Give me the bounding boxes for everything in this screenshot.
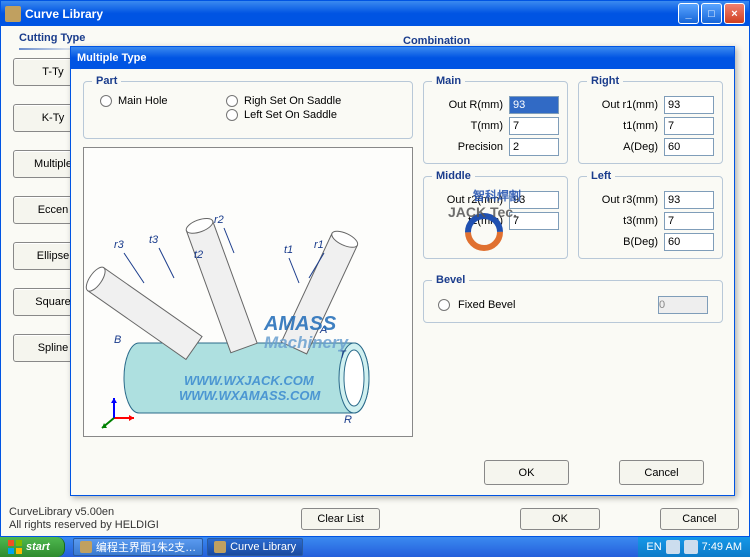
dialog-cancel-button[interactable]: Cancel bbox=[619, 460, 704, 485]
clear-list-button[interactable]: Clear List bbox=[301, 508, 380, 530]
a-deg-input[interactable] bbox=[664, 138, 714, 156]
left-saddle-label: Left Set On Saddle bbox=[244, 109, 337, 121]
main-fieldset: Main Out R(mm) T(mm) Precision bbox=[423, 75, 568, 164]
taskbar-item-2[interactable]: Curve Library bbox=[207, 538, 303, 556]
clock[interactable]: 7:49 AM bbox=[702, 541, 742, 553]
t3-label: t3(mm) bbox=[587, 215, 664, 227]
fixed-bevel-input bbox=[658, 296, 708, 314]
svg-text:A: A bbox=[319, 324, 327, 336]
out-r2-input[interactable] bbox=[509, 191, 559, 209]
main-hole-radio[interactable] bbox=[100, 95, 112, 107]
taskbar: start 编程主界面1朱2支… Curve Library EN 7:49 A… bbox=[0, 537, 750, 557]
maximize-button[interactable]: □ bbox=[701, 3, 722, 24]
task-label-2: Curve Library bbox=[230, 541, 296, 553]
part-legend: Part bbox=[92, 75, 121, 87]
system-tray: EN 7:49 AM bbox=[638, 537, 750, 557]
app-icon bbox=[214, 541, 226, 553]
footer-text: CurveLibrary v5.00en All rights reserved… bbox=[9, 506, 159, 532]
out-r1-label: Out r1(mm) bbox=[587, 99, 664, 111]
t1-input[interactable] bbox=[664, 117, 714, 135]
dialog-ok-button[interactable]: OK bbox=[484, 460, 569, 485]
t-input[interactable] bbox=[509, 117, 559, 135]
fixed-bevel-radio[interactable] bbox=[438, 299, 450, 311]
b-deg-label: B(Deg) bbox=[587, 236, 664, 248]
out-r-input[interactable] bbox=[509, 96, 559, 114]
dialog-titlebar: Multiple Type bbox=[71, 47, 734, 69]
svg-text:r1: r1 bbox=[314, 239, 324, 251]
fixed-bevel-label: Fixed Bevel bbox=[458, 299, 650, 311]
part-fieldset: Part Main Hole Righ Set On Saddle Left S… bbox=[83, 75, 413, 139]
minimize-button[interactable]: _ bbox=[678, 3, 699, 24]
app-icon bbox=[5, 6, 21, 22]
right-legend: Right bbox=[587, 75, 623, 87]
middle-fieldset: Middle Out r2(mm) t2(mm) x bbox=[423, 170, 568, 259]
task-label-1: 编程主界面1朱2支… bbox=[96, 539, 196, 555]
version-label: CurveLibrary v5.00en bbox=[9, 506, 159, 519]
t-label: T(mm) bbox=[432, 120, 509, 132]
a-deg-label: A(Deg) bbox=[587, 141, 664, 153]
taskbar-item-1[interactable]: 编程主界面1朱2支… bbox=[73, 538, 203, 556]
multiple-type-dialog: Multiple Type Part Main Hole Righ Set On… bbox=[70, 46, 735, 496]
start-label: start bbox=[26, 541, 50, 553]
svg-text:t1: t1 bbox=[284, 244, 293, 256]
out-r3-label: Out r3(mm) bbox=[587, 194, 664, 206]
bevel-fieldset: Bevel Fixed Bevel bbox=[423, 274, 723, 323]
svg-text:t3: t3 bbox=[149, 234, 159, 246]
tray-icon[interactable] bbox=[684, 540, 698, 554]
out-r2-label: Out r2(mm) bbox=[432, 194, 509, 206]
svg-text:R: R bbox=[344, 414, 352, 426]
precision-label: Precision bbox=[432, 141, 509, 153]
main-titlebar: Curve Library _ □ × bbox=[1, 1, 749, 26]
start-button[interactable]: start bbox=[0, 537, 65, 557]
t1-label: t1(mm) bbox=[587, 120, 664, 132]
right-fieldset: Right Out r1(mm) t1(mm) A(Deg) bbox=[578, 75, 723, 164]
copyright-label: All rights reserved by HELDIGI bbox=[9, 519, 159, 532]
out-r3-input[interactable] bbox=[664, 191, 714, 209]
main-legend: Main bbox=[432, 75, 465, 87]
main-cancel-button[interactable]: Cancel bbox=[660, 508, 739, 530]
out-r1-input[interactable] bbox=[664, 96, 714, 114]
svg-text:r3: r3 bbox=[114, 239, 125, 251]
windows-logo-icon bbox=[8, 540, 22, 554]
main-ok-button[interactable]: OK bbox=[520, 508, 599, 530]
t3-input[interactable] bbox=[664, 212, 714, 230]
precision-input[interactable] bbox=[509, 138, 559, 156]
middle-legend: Middle bbox=[432, 170, 475, 182]
diagram-preview: r3 t3 r2 t2 t1 r1 B A T R bbox=[83, 147, 413, 437]
app-icon bbox=[80, 541, 92, 553]
left-saddle-radio[interactable] bbox=[226, 109, 238, 121]
right-saddle-radio[interactable] bbox=[226, 95, 238, 107]
language-indicator[interactable]: EN bbox=[646, 541, 661, 553]
close-button[interactable]: × bbox=[724, 3, 745, 24]
svg-text:t2: t2 bbox=[194, 249, 203, 261]
window-title: Curve Library bbox=[25, 7, 678, 21]
t2-input[interactable] bbox=[509, 212, 559, 230]
left-legend: Left bbox=[587, 170, 615, 182]
main-hole-label: Main Hole bbox=[118, 95, 168, 107]
left-fieldset: Left Out r3(mm) t3(mm) B(Deg) bbox=[578, 170, 723, 259]
b-deg-input[interactable] bbox=[664, 233, 714, 251]
dialog-title: Multiple Type bbox=[77, 52, 146, 64]
right-saddle-label: Righ Set On Saddle bbox=[244, 95, 341, 107]
logo-icon bbox=[464, 212, 504, 252]
svg-text:r2: r2 bbox=[214, 214, 224, 226]
tray-icon[interactable] bbox=[666, 540, 680, 554]
out-r-label: Out R(mm) bbox=[432, 99, 509, 111]
cutting-type-heading: Cutting Type bbox=[19, 32, 97, 44]
bevel-legend: Bevel bbox=[432, 274, 469, 286]
svg-text:B: B bbox=[114, 334, 121, 346]
